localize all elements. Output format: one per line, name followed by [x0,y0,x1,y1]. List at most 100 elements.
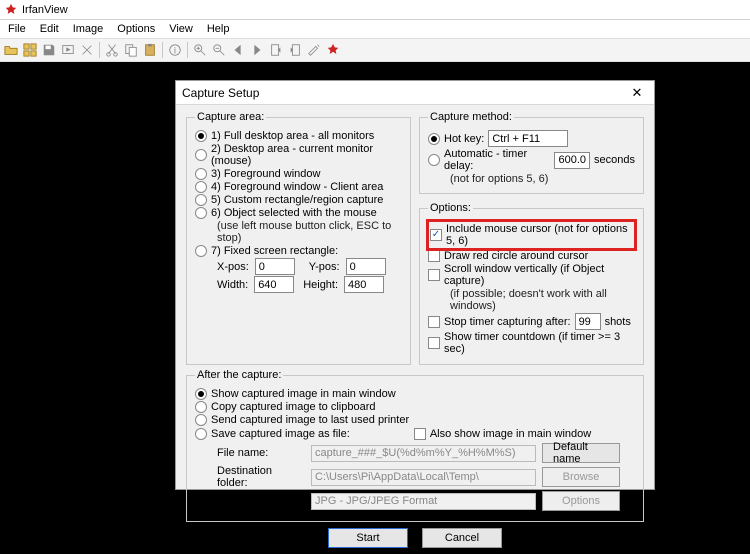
radio-custom-rect[interactable] [195,194,207,206]
radio-hotkey[interactable] [428,133,440,145]
capture-area-legend: Capture area: [195,111,266,123]
radio-client-area[interactable] [195,181,207,193]
radio-save-file[interactable] [195,428,207,440]
timer-delay-input[interactable]: 600.0 [554,152,590,169]
options-group: Options: Include mouse cursor (not for o… [419,202,644,365]
start-button[interactable]: Start [328,528,408,548]
paste-icon[interactable] [141,41,159,59]
after-capture-legend: After the capture: [195,369,283,381]
cancel-button[interactable]: Cancel [422,528,502,548]
stop-timer-input[interactable]: 99 [575,313,601,330]
prev-icon[interactable] [229,41,247,59]
radio-show-main[interactable] [195,388,207,400]
next-page-icon[interactable] [286,41,304,59]
dest-folder-input[interactable]: C:\Users\Pi\AppData\Local\Temp\ [311,469,536,486]
check-stop-timer[interactable] [428,316,440,328]
check-countdown-label: Show timer countdown (if timer >= 3 sec) [444,331,635,355]
radio-current-monitor[interactable] [195,149,207,161]
menu-help[interactable]: Help [201,22,236,36]
capture-setup-dialog: Capture Setup ✕ Capture area: 1) Full de… [175,80,655,490]
check-include-cursor-label: Include mouse cursor (not for options 5,… [446,223,633,247]
stop-timer-unit: shots [605,316,631,328]
thumbnails-icon[interactable] [21,41,39,59]
dialog-titlebar: Capture Setup ✕ [176,81,654,105]
menu-edit[interactable]: Edit [34,22,65,36]
radio-auto-timer[interactable] [428,154,440,166]
after-capture-group: After the capture: Show captured image i… [186,369,644,522]
radio-save-file-label: Save captured image as file: [211,428,350,440]
next-icon[interactable] [248,41,266,59]
radio-object-mouse-label: 6) Object selected with the mouse [211,207,377,219]
app-title: IrfanView [22,4,68,16]
toolbar: i [0,38,750,62]
copy-icon[interactable] [122,41,140,59]
width-input[interactable]: 640 [254,276,294,293]
svg-text:i: i [174,46,176,57]
settings-icon[interactable] [305,41,323,59]
check-also-show[interactable] [414,428,426,440]
zoom-out-icon[interactable] [210,41,228,59]
about-icon[interactable] [324,41,342,59]
radio-hotkey-label: Hot key: [444,133,484,145]
radio-full-desktop-label: 1) Full desktop area - all monitors [211,130,374,142]
save-icon[interactable] [40,41,58,59]
options-legend: Options: [428,202,473,214]
auto-timer-note: (not for options 5, 6) [450,173,635,185]
radio-send-printer[interactable] [195,414,207,426]
delete-icon[interactable] [78,41,96,59]
menubar: File Edit Image Options View Help [0,20,750,38]
menu-file[interactable]: File [2,22,32,36]
info-icon[interactable]: i [166,41,184,59]
default-name-button[interactable]: Default name [542,443,620,463]
saveas-select[interactable]: JPG - JPG/JPEG Format [311,493,536,510]
open-icon[interactable] [2,41,20,59]
radio-foreground-window[interactable] [195,168,207,180]
check-countdown[interactable] [428,337,440,349]
check-red-circle-label: Draw red circle around cursor [444,250,588,262]
filename-label: File name: [217,447,305,459]
width-label: Width: [217,279,248,291]
ypos-label: Y-pos: [309,261,340,273]
slideshow-icon[interactable] [59,41,77,59]
radio-auto-timer-label: Automatic - timer delay: [444,148,550,172]
radio-foreground-window-label: 3) Foreground window [211,168,320,180]
radio-show-main-label: Show captured image in main window [211,388,396,400]
timer-unit: seconds [594,154,635,166]
dialog-title: Capture Setup [182,86,259,100]
radio-current-monitor-label: 2) Desktop area - current monitor (mouse… [211,143,402,167]
scroll-window-note: (if possible; doesn't work with all wind… [450,288,635,312]
check-scroll-window[interactable] [428,269,440,281]
radio-copy-clipboard[interactable] [195,401,207,413]
check-stop-timer-label: Stop timer capturing after: [444,316,571,328]
hotkey-input[interactable]: Ctrl + F11 [488,130,568,147]
prev-page-icon[interactable] [267,41,285,59]
menu-options[interactable]: Options [111,22,161,36]
radio-copy-clipboard-label: Copy captured image to clipboard [211,401,375,413]
browse-button[interactable]: Browse [542,467,620,487]
saveas-label: Save as: [217,495,305,507]
check-include-cursor[interactable] [430,229,442,241]
zoom-in-icon[interactable] [191,41,209,59]
radio-custom-rect-label: 5) Custom rectangle/region capture [211,194,383,206]
dest-folder-label: Destination folder: [217,465,305,489]
filename-input[interactable]: capture_###_$U(%d%m%Y_%H%M%S) [311,445,536,462]
radio-client-area-label: 4) Foreground window - Client area [211,181,383,193]
ypos-input[interactable]: 0 [346,258,386,275]
close-button[interactable]: ✕ [626,84,648,102]
menu-view[interactable]: View [163,22,199,36]
check-scroll-window-label: Scroll window vertically (if Object capt… [444,263,635,287]
cut-icon[interactable] [103,41,121,59]
check-also-show-label: Also show image in main window [430,428,591,440]
height-input[interactable]: 480 [344,276,384,293]
menu-image[interactable]: Image [67,22,110,36]
capture-method-legend: Capture method: [428,111,514,123]
radio-full-desktop[interactable] [195,130,207,142]
xpos-input[interactable]: 0 [255,258,295,275]
saveas-options-button[interactable]: Options [542,491,620,511]
check-red-circle[interactable] [428,250,440,262]
radio-fixed-rect-label: 7) Fixed screen rectangle: [211,245,338,257]
capture-method-group: Capture method: Hot key: Ctrl + F11 Auto… [419,111,644,194]
radio-fixed-rect[interactable] [195,245,207,257]
titlebar: IrfanView [0,0,750,20]
radio-object-mouse[interactable] [195,207,207,219]
